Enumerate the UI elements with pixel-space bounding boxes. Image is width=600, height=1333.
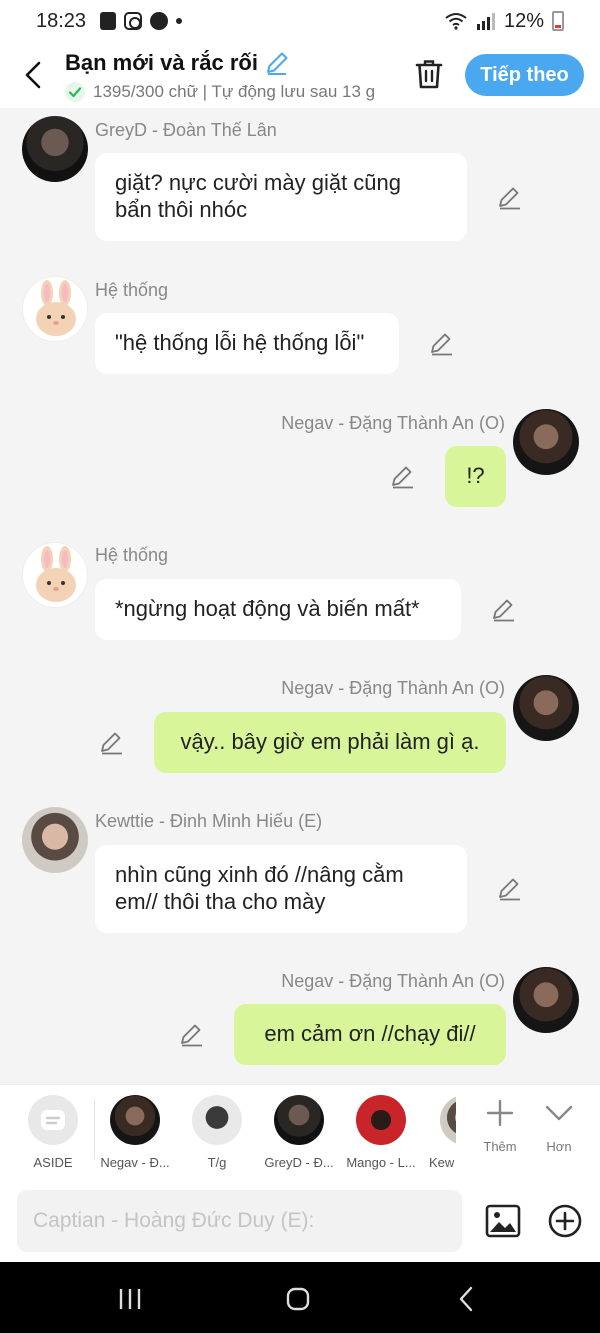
next-button[interactable]: Tiếp theo [465, 54, 584, 96]
character-label: Kew [429, 1155, 455, 1170]
negav-avatar[interactable] [513, 675, 579, 741]
home-button[interactable] [278, 1284, 318, 1314]
more-label: Hơn [546, 1139, 572, 1154]
message-sender: Kewttie - Đinh Minh Hiếu (E) [95, 811, 323, 831]
story-title: Bạn mới và rắc rối [65, 50, 258, 75]
add-circle-icon [548, 1204, 582, 1238]
edit-message-icon[interactable] [429, 331, 455, 357]
more-options-button[interactable] [546, 1202, 584, 1240]
character-greyd[interactable]: GreyD - Đ... [258, 1095, 340, 1170]
recent-apps-button[interactable] [110, 1284, 150, 1314]
aside-icon [28, 1095, 78, 1145]
edit-message-icon[interactable] [390, 464, 416, 490]
message-input[interactable] [17, 1190, 462, 1252]
avatar [356, 1095, 406, 1145]
add-character-button[interactable]: Thêm [470, 1093, 530, 1154]
back-button[interactable] [18, 58, 48, 92]
negav-avatar[interactable] [513, 967, 579, 1033]
recent-apps-icon [119, 1289, 141, 1309]
bunny-avatar[interactable] [22, 276, 88, 342]
message-sender: GreyD - Đoàn Thế Lân [95, 120, 277, 140]
character-mango[interactable]: Mango - L... [340, 1095, 422, 1170]
status-time: 18:23 [36, 9, 87, 32]
negav-avatar[interactable] [513, 409, 579, 475]
instagram-notification-icon [124, 12, 143, 30]
alert-notification-icon [100, 12, 117, 30]
delete-button[interactable] [414, 58, 444, 90]
character-label: ASIDE [33, 1155, 73, 1170]
character-label: GreyD - Đ... [264, 1155, 334, 1170]
message-bubble[interactable]: !? [445, 446, 506, 507]
edit-title-icon[interactable] [264, 50, 290, 76]
signal-icon [476, 13, 495, 30]
composer-bar [0, 1180, 600, 1262]
image-icon [485, 1204, 521, 1238]
wifi-icon [445, 13, 467, 30]
word-count-autosave-status: 1395/300 chữ | Tự động lưu sau 13 g [93, 82, 376, 101]
character-label: Mango - L... [346, 1155, 416, 1170]
messenger-notification-icon [150, 12, 169, 30]
trash-icon [415, 60, 443, 89]
more-characters-button[interactable]: Hơn [529, 1093, 589, 1154]
chevron-down-icon [545, 1105, 573, 1121]
edit-message-icon[interactable] [497, 876, 523, 902]
edit-message-icon[interactable] [179, 1022, 205, 1048]
character-label: T/g [207, 1155, 227, 1170]
avatar [440, 1095, 456, 1145]
message-line: bẩn thôi nhóc [115, 197, 248, 222]
back-icon [459, 1286, 473, 1312]
message-bubble[interactable]: *ngừng hoạt động và biến mất* [95, 579, 461, 640]
message-bubble[interactable]: "hệ thống lỗi hệ thống lỗi" [95, 313, 399, 374]
edit-message-icon[interactable] [491, 597, 517, 623]
avatar [192, 1095, 242, 1145]
system-back-button[interactable] [446, 1284, 486, 1314]
plus-icon [486, 1099, 514, 1127]
avatar [274, 1095, 324, 1145]
message-line: em// thôi tha cho mày [115, 889, 326, 914]
message-line: giặt? nực cười mày giặt cũng [115, 170, 402, 195]
message-bubble[interactable]: nhìn cũng xinh đó //nâng cằm em// thôi t… [95, 845, 467, 933]
character-label: Negav - Đ... [100, 1155, 170, 1170]
system-nav-bar [0, 1262, 600, 1333]
edit-message-icon[interactable] [99, 730, 125, 756]
battery-percentage: 12% [503, 9, 544, 32]
battery-icon [552, 11, 564, 31]
saved-check-icon [65, 82, 85, 102]
status-bar: 18:23 12% [0, 0, 600, 42]
character-negav[interactable]: Negav - Đ... [94, 1095, 176, 1170]
character-selector: ASIDE Negav - Đ... T/g GreyD - Đ... Mang… [0, 1084, 600, 1180]
message-sender: Negav - Đặng Thành An (O) [281, 413, 505, 433]
back-arrow-icon [25, 61, 41, 89]
message-line: nhìn cũng xinh đó //nâng cằm [115, 862, 404, 887]
greyd-avatar[interactable] [22, 116, 88, 182]
message-sender: Negav - Đặng Thành An (O) [281, 678, 505, 698]
message-bubble[interactable]: vậy.. bây giờ em phải làm gì ạ. [154, 712, 506, 773]
story-header: Bạn mới và rắc rối 1395/300 chữ | Tự độn… [0, 42, 600, 108]
character-aside[interactable]: ASIDE [12, 1095, 94, 1170]
character-tg[interactable]: T/g [176, 1095, 258, 1170]
edit-message-icon[interactable] [497, 185, 523, 211]
character-kewttie[interactable]: Kew [424, 1095, 456, 1170]
insert-image-button[interactable] [484, 1202, 522, 1240]
chat-area[interactable]: GreyD - Đoàn Thế Lân giặt? nực cười mày … [0, 108, 600, 1084]
message-sender: Hệ thống [95, 545, 169, 565]
message-sender: Negav - Đặng Thành An (O) [281, 971, 505, 991]
message-bubble[interactable]: giặt? nực cười mày giặt cũng bẩn thôi nh… [95, 153, 467, 241]
message-sender: Hệ thống [95, 280, 169, 300]
add-label: Thêm [483, 1139, 517, 1154]
kewttie-avatar[interactable] [22, 807, 88, 873]
avatar [110, 1095, 160, 1145]
home-icon [286, 1287, 310, 1311]
message-bubble[interactable]: em cảm ơn //chạy đi// [234, 1004, 506, 1065]
more-notifications-icon [176, 18, 183, 24]
bunny-avatar[interactable] [22, 542, 88, 608]
